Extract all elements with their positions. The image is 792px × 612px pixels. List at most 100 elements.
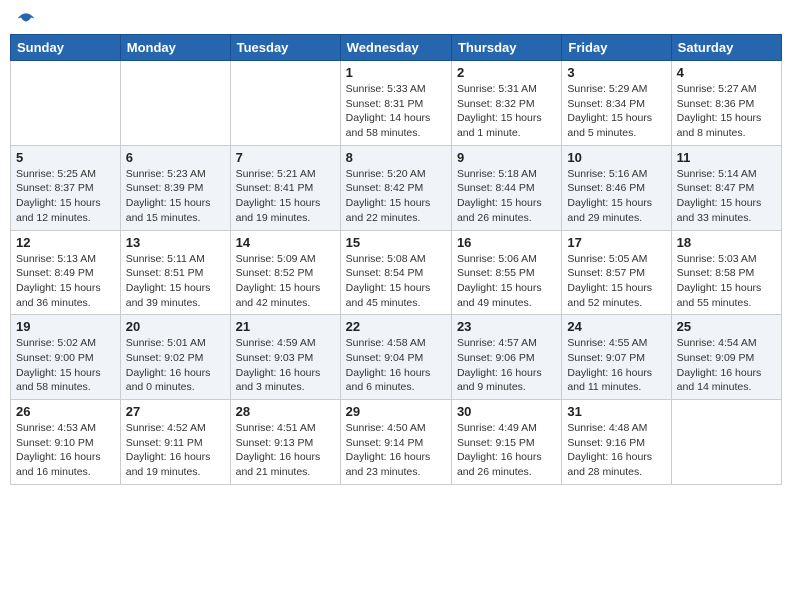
calendar-cell: 7 Sunrise: 5:21 AM Sunset: 8:41 PM Daylig… (230, 145, 340, 230)
day-info: Sunrise: 5:25 AM Sunset: 8:37 PM Dayligh… (16, 167, 115, 226)
day-number: 17 (567, 235, 665, 250)
day-info: Sunrise: 5:27 AM Sunset: 8:36 PM Dayligh… (677, 82, 776, 141)
calendar-cell: 21Sunrise: 4:59 AM Sunset: 9:03 PM Dayli… (230, 315, 340, 400)
calendar-cell: 13 Sunrise: 5:11 AM Sunset: 8:51 PM Dayli… (120, 230, 230, 315)
day-number: 1 (346, 65, 446, 80)
day-number: 8 (346, 150, 446, 165)
day-number: 12 (16, 235, 115, 250)
calendar-cell: 10 Sunrise: 5:16 AM Sunset: 8:46 PM Dayli… (562, 145, 671, 230)
day-number: 26 (16, 404, 115, 419)
day-info: Sunrise: 5:23 AM Sunset: 8:39 PM Dayligh… (126, 167, 225, 226)
calendar-week-row-1: 1 Sunrise: 5:33 AM Sunset: 8:31 PM Daylig… (11, 61, 782, 146)
day-number: 5 (16, 150, 115, 165)
day-number: 11 (677, 150, 776, 165)
calendar-cell: 8 Sunrise: 5:20 AM Sunset: 8:42 PM Daylig… (340, 145, 451, 230)
calendar-cell: 5 Sunrise: 5:25 AM Sunset: 8:37 PM Daylig… (11, 145, 121, 230)
day-number: 25 (677, 319, 776, 334)
calendar-cell: 4 Sunrise: 5:27 AM Sunset: 8:36 PM Daylig… (671, 61, 781, 146)
day-number: 31 (567, 404, 665, 419)
day-info: Sunrise: 5:20 AM Sunset: 8:42 PM Dayligh… (346, 167, 446, 226)
calendar-cell: 2 Sunrise: 5:31 AM Sunset: 8:32 PM Daylig… (451, 61, 561, 146)
day-info: Sunrise: 5:11 AM Sunset: 8:51 PM Dayligh… (126, 252, 225, 311)
calendar-cell: 23 Sunrise: 4:57 AM Sunset: 9:06 PM Dayli… (451, 315, 561, 400)
day-info: Sunrise: 4:59 AM Sunset: 9:03 PM Dayligh… (236, 336, 335, 395)
calendar-cell: 17 Sunrise: 5:05 AM Sunset: 8:57 PM Dayli… (562, 230, 671, 315)
day-info: Sunrise: 5:02 AM Sunset: 9:00 PM Dayligh… (16, 336, 115, 395)
calendar-table: SundayMondayTuesdayWednesdayThursdayFrid… (10, 34, 782, 485)
calendar-cell: 3 Sunrise: 5:29 AM Sunset: 8:34 PM Daylig… (562, 61, 671, 146)
calendar-cell: 20 Sunrise: 5:01 AM Sunset: 9:02 PM Dayli… (120, 315, 230, 400)
day-number: 18 (677, 235, 776, 250)
weekday-header-saturday: Saturday (671, 35, 781, 61)
calendar-cell: 16Sunrise: 5:06 AM Sunset: 8:55 PM Dayli… (451, 230, 561, 315)
day-number: 22 (346, 319, 446, 334)
day-number: 10 (567, 150, 665, 165)
day-number: 16 (457, 235, 556, 250)
calendar-cell: 25 Sunrise: 4:54 AM Sunset: 9:09 PM Dayli… (671, 315, 781, 400)
day-info: Sunrise: 4:51 AM Sunset: 9:13 PM Dayligh… (236, 421, 335, 480)
calendar-cell: 19 Sunrise: 5:02 AM Sunset: 9:00 PM Dayli… (11, 315, 121, 400)
calendar-cell: 1 Sunrise: 5:33 AM Sunset: 8:31 PM Daylig… (340, 61, 451, 146)
logo-bird-icon (16, 10, 36, 30)
day-info: Sunrise: 5:16 AM Sunset: 8:46 PM Dayligh… (567, 167, 665, 226)
day-info: Sunrise: 5:03 AM Sunset: 8:58 PM Dayligh… (677, 252, 776, 311)
calendar-cell: 28 Sunrise: 4:51 AM Sunset: 9:13 PM Dayli… (230, 400, 340, 485)
weekday-header-tuesday: Tuesday (230, 35, 340, 61)
weekday-header-wednesday: Wednesday (340, 35, 451, 61)
day-number: 7 (236, 150, 335, 165)
day-number: 2 (457, 65, 556, 80)
calendar-cell: 26Sunrise: 4:53 AM Sunset: 9:10 PM Dayli… (11, 400, 121, 485)
day-info: Sunrise: 5:08 AM Sunset: 8:54 PM Dayligh… (346, 252, 446, 311)
day-info: Sunrise: 5:33 AM Sunset: 8:31 PM Dayligh… (346, 82, 446, 141)
calendar-cell (120, 61, 230, 146)
day-number: 30 (457, 404, 556, 419)
day-number: 19 (16, 319, 115, 334)
calendar-week-row-5: 26Sunrise: 4:53 AM Sunset: 9:10 PM Dayli… (11, 400, 782, 485)
day-info: Sunrise: 4:58 AM Sunset: 9:04 PM Dayligh… (346, 336, 446, 395)
day-info: Sunrise: 5:31 AM Sunset: 8:32 PM Dayligh… (457, 82, 556, 141)
day-number: 4 (677, 65, 776, 80)
page-header (10, 10, 782, 26)
calendar-week-row-2: 5 Sunrise: 5:25 AM Sunset: 8:37 PM Daylig… (11, 145, 782, 230)
day-info: Sunrise: 5:09 AM Sunset: 8:52 PM Dayligh… (236, 252, 335, 311)
calendar-cell: 30 Sunrise: 4:49 AM Sunset: 9:15 PM Dayli… (451, 400, 561, 485)
calendar-cell: 22 Sunrise: 4:58 AM Sunset: 9:04 PM Dayli… (340, 315, 451, 400)
day-info: Sunrise: 5:14 AM Sunset: 8:47 PM Dayligh… (677, 167, 776, 226)
day-info: Sunrise: 4:57 AM Sunset: 9:06 PM Dayligh… (457, 336, 556, 395)
day-number: 27 (126, 404, 225, 419)
day-number: 29 (346, 404, 446, 419)
calendar-cell: 12Sunrise: 5:13 AM Sunset: 8:49 PM Dayli… (11, 230, 121, 315)
day-number: 23 (457, 319, 556, 334)
calendar-cell: 29Sunrise: 4:50 AM Sunset: 9:14 PM Dayli… (340, 400, 451, 485)
calendar-cell: 31 Sunrise: 4:48 AM Sunset: 9:16 PM Dayli… (562, 400, 671, 485)
day-info: Sunrise: 5:01 AM Sunset: 9:02 PM Dayligh… (126, 336, 225, 395)
day-info: Sunrise: 5:18 AM Sunset: 8:44 PM Dayligh… (457, 167, 556, 226)
calendar-cell (671, 400, 781, 485)
day-info: Sunrise: 4:55 AM Sunset: 9:07 PM Dayligh… (567, 336, 665, 395)
calendar-cell (11, 61, 121, 146)
weekday-header-row: SundayMondayTuesdayWednesdayThursdayFrid… (11, 35, 782, 61)
day-number: 24 (567, 319, 665, 334)
day-number: 28 (236, 404, 335, 419)
day-info: Sunrise: 5:29 AM Sunset: 8:34 PM Dayligh… (567, 82, 665, 141)
calendar-cell (230, 61, 340, 146)
day-info: Sunrise: 4:54 AM Sunset: 9:09 PM Dayligh… (677, 336, 776, 395)
day-number: 15 (346, 235, 446, 250)
calendar-cell: 27Sunrise: 4:52 AM Sunset: 9:11 PM Dayli… (120, 400, 230, 485)
day-number: 20 (126, 319, 225, 334)
calendar-cell: 6 Sunrise: 5:23 AM Sunset: 8:39 PM Daylig… (120, 145, 230, 230)
weekday-header-friday: Friday (562, 35, 671, 61)
day-info: Sunrise: 4:49 AM Sunset: 9:15 PM Dayligh… (457, 421, 556, 480)
day-info: Sunrise: 4:48 AM Sunset: 9:16 PM Dayligh… (567, 421, 665, 480)
day-info: Sunrise: 5:21 AM Sunset: 8:41 PM Dayligh… (236, 167, 335, 226)
calendar-cell: 14 Sunrise: 5:09 AM Sunset: 8:52 PM Dayli… (230, 230, 340, 315)
calendar-cell: 9Sunrise: 5:18 AM Sunset: 8:44 PM Daylig… (451, 145, 561, 230)
day-info: Sunrise: 5:05 AM Sunset: 8:57 PM Dayligh… (567, 252, 665, 311)
calendar-cell: 18 Sunrise: 5:03 AM Sunset: 8:58 PM Dayli… (671, 230, 781, 315)
weekday-header-monday: Monday (120, 35, 230, 61)
day-number: 13 (126, 235, 225, 250)
day-number: 6 (126, 150, 225, 165)
day-number: 14 (236, 235, 335, 250)
calendar-cell: 11 Sunrise: 5:14 AM Sunset: 8:47 PM Dayli… (671, 145, 781, 230)
day-number: 3 (567, 65, 665, 80)
